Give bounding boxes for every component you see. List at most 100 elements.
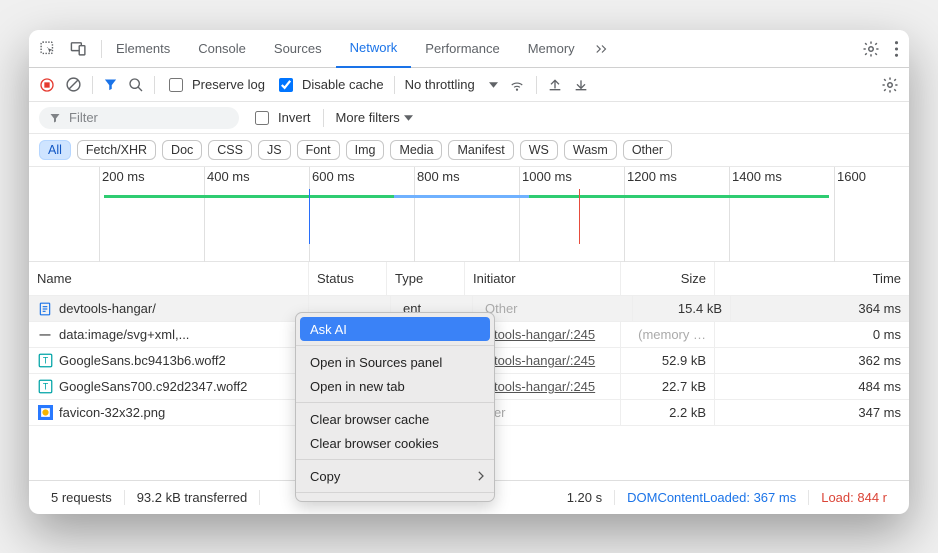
record-icon[interactable] bbox=[39, 77, 55, 93]
tab-performance[interactable]: Performance bbox=[411, 30, 513, 68]
file-icon bbox=[37, 301, 53, 317]
device-toggle-icon[interactable] bbox=[70, 40, 87, 57]
col-initiator[interactable]: Initiator bbox=[465, 262, 621, 295]
file-icon bbox=[37, 405, 53, 421]
file-name: GoogleSans700.c92d2347.woff2 bbox=[59, 379, 247, 394]
time-cell: 0 ms bbox=[715, 322, 909, 347]
ctx-item-open-sources[interactable]: Open in Sources panel bbox=[296, 350, 494, 374]
disable-cache-input[interactable] bbox=[279, 78, 293, 92]
preserve-log-checkbox[interactable]: Preserve log bbox=[165, 75, 265, 95]
network-toolbar: Preserve log Disable cache No throttling bbox=[29, 68, 909, 102]
ctx-separator bbox=[296, 402, 494, 403]
divider bbox=[154, 76, 155, 94]
chevron-right-icon bbox=[477, 469, 484, 484]
tick-label: 600 ms bbox=[312, 169, 355, 184]
settings-gear-icon[interactable] bbox=[862, 40, 880, 58]
network-settings-gear-icon[interactable] bbox=[881, 76, 899, 94]
file-icon: T bbox=[37, 353, 53, 369]
time-cell: 362 ms bbox=[715, 348, 909, 373]
throttling-select[interactable]: No throttling bbox=[405, 77, 498, 92]
tab-sources[interactable]: Sources bbox=[260, 30, 336, 68]
ctx-item-copy[interactable]: Copy bbox=[296, 464, 494, 488]
chip-font[interactable]: Font bbox=[297, 140, 340, 160]
chip-js[interactable]: JS bbox=[258, 140, 291, 160]
ctx-item-clear-cookies[interactable]: Clear browser cookies bbox=[296, 431, 494, 455]
tick-label: 1600 bbox=[837, 169, 866, 184]
chip-fetch-xhr[interactable]: Fetch/XHR bbox=[77, 140, 156, 160]
preserve-log-input[interactable] bbox=[169, 78, 183, 92]
size-cell: (memory … bbox=[621, 322, 715, 347]
invert-checkbox[interactable]: Invert bbox=[251, 108, 311, 128]
file-name: GoogleSans.bc9413b6.woff2 bbox=[59, 353, 226, 368]
col-time[interactable]: Time bbox=[715, 262, 909, 295]
more-filters-label: More filters bbox=[336, 110, 400, 125]
devtools-window: Elements Console Sources Network Perform… bbox=[29, 30, 909, 514]
size-cell: 22.7 kB bbox=[621, 374, 715, 399]
tabs-bar: Elements Console Sources Network Perform… bbox=[29, 30, 909, 68]
status-domcontentloaded: DOMContentLoaded: 367 ms bbox=[615, 490, 809, 505]
ctx-separator bbox=[296, 459, 494, 460]
size-cell: 52.9 kB bbox=[621, 348, 715, 373]
chip-ws[interactable]: WS bbox=[520, 140, 558, 160]
panel-tabs: Elements Console Sources Network Perform… bbox=[102, 30, 862, 68]
col-type[interactable]: Type bbox=[387, 262, 465, 295]
chip-other[interactable]: Other bbox=[623, 140, 672, 160]
network-table-header: Name Status Type Initiator Size Time bbox=[29, 262, 909, 296]
invert-input[interactable] bbox=[255, 111, 269, 125]
divider bbox=[323, 109, 324, 127]
tick-label: 1200 ms bbox=[627, 169, 677, 184]
tick-label: 400 ms bbox=[207, 169, 250, 184]
type-filter-chips: All Fetch/XHR Doc CSS JS Font Img Media … bbox=[29, 134, 909, 167]
col-name[interactable]: Name bbox=[29, 262, 309, 295]
size-cell: 2.2 kB bbox=[621, 400, 715, 425]
chip-doc[interactable]: Doc bbox=[162, 140, 202, 160]
inspect-element-icon[interactable] bbox=[39, 40, 56, 57]
initiator-cell: Other bbox=[477, 296, 633, 321]
more-tabs-icon[interactable] bbox=[593, 42, 611, 56]
tab-console[interactable]: Console bbox=[184, 30, 260, 68]
disable-cache-label: Disable cache bbox=[302, 77, 384, 92]
network-conditions-icon[interactable] bbox=[508, 78, 526, 92]
chip-manifest[interactable]: Manifest bbox=[448, 140, 513, 160]
clear-icon[interactable] bbox=[65, 76, 82, 93]
tick-label: 1000 ms bbox=[522, 169, 572, 184]
time-cell: 364 ms bbox=[735, 296, 909, 321]
more-filters-select[interactable]: More filters bbox=[336, 110, 413, 125]
tab-elements[interactable]: Elements bbox=[102, 30, 184, 68]
chip-img[interactable]: Img bbox=[346, 140, 385, 160]
file-name: data:image/svg+xml,... bbox=[59, 327, 189, 342]
col-size[interactable]: Size bbox=[621, 262, 715, 295]
divider bbox=[394, 76, 395, 94]
kebab-menu-icon[interactable] bbox=[894, 40, 899, 58]
tick-label: 800 ms bbox=[417, 169, 460, 184]
ctx-item-clear-cache[interactable]: Clear browser cache bbox=[296, 407, 494, 431]
disable-cache-checkbox[interactable]: Disable cache bbox=[275, 75, 384, 95]
upload-har-icon[interactable] bbox=[547, 77, 563, 93]
filter-input[interactable]: Filter bbox=[39, 107, 239, 129]
chip-wasm[interactable]: Wasm bbox=[564, 140, 617, 160]
svg-text:T: T bbox=[42, 356, 48, 366]
chip-all[interactable]: All bbox=[39, 140, 71, 160]
ctx-item-open-new-tab[interactable]: Open in new tab bbox=[296, 374, 494, 398]
download-har-icon[interactable] bbox=[573, 77, 589, 93]
status-load: Load: 844 r bbox=[809, 490, 899, 505]
tab-memory[interactable]: Memory bbox=[514, 30, 589, 68]
ctx-item-ask-ai[interactable]: Ask AI bbox=[300, 317, 490, 341]
file-name: devtools-hangar/ bbox=[59, 301, 156, 316]
svg-text:T: T bbox=[42, 382, 48, 392]
waterfall-overview[interactable]: 200 ms 400 ms 600 ms 800 ms 1000 ms 1200… bbox=[29, 167, 909, 262]
search-icon[interactable] bbox=[128, 77, 144, 93]
tick-label: 200 ms bbox=[102, 169, 145, 184]
divider bbox=[92, 76, 93, 94]
chip-css[interactable]: CSS bbox=[208, 140, 252, 160]
throttling-label: No throttling bbox=[405, 77, 475, 92]
file-icon: T bbox=[37, 379, 53, 395]
chip-media[interactable]: Media bbox=[390, 140, 442, 160]
file-name: favicon-32x32.png bbox=[59, 405, 165, 420]
tab-network[interactable]: Network bbox=[336, 30, 412, 68]
filter-funnel-icon[interactable] bbox=[103, 77, 118, 92]
time-cell: 347 ms bbox=[715, 400, 909, 425]
ctx-separator bbox=[296, 345, 494, 346]
col-status[interactable]: Status bbox=[309, 262, 387, 295]
filter-bar: Filter Invert More filters bbox=[29, 102, 909, 134]
